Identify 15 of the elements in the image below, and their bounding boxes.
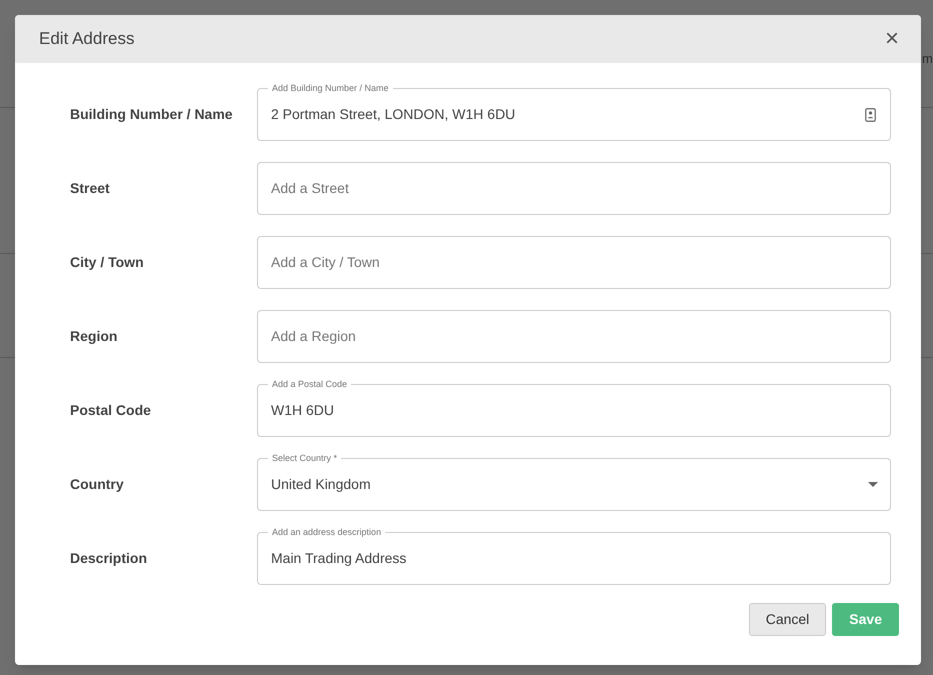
close-button[interactable]: ×	[884, 27, 899, 51]
caret-icon	[868, 482, 878, 487]
cancel-button[interactable]: Cancel	[748, 603, 826, 636]
dialog-title: Edit Address	[39, 28, 134, 50]
field-label: Region	[70, 327, 118, 346]
background-text: m	[922, 50, 933, 68]
input-field[interactable]: Add a Region	[257, 310, 891, 363]
field-label: City / Town	[70, 253, 145, 272]
field-label: Street	[70, 179, 111, 198]
field-label: Country	[70, 475, 125, 494]
field-label: Description	[70, 549, 148, 568]
field-label: Building Number / Name	[70, 105, 234, 124]
input-field[interactable]: Add a City / Town	[257, 236, 891, 289]
input-field[interactable]: Add a Street	[257, 162, 891, 215]
field-label: Postal Code	[70, 401, 152, 420]
